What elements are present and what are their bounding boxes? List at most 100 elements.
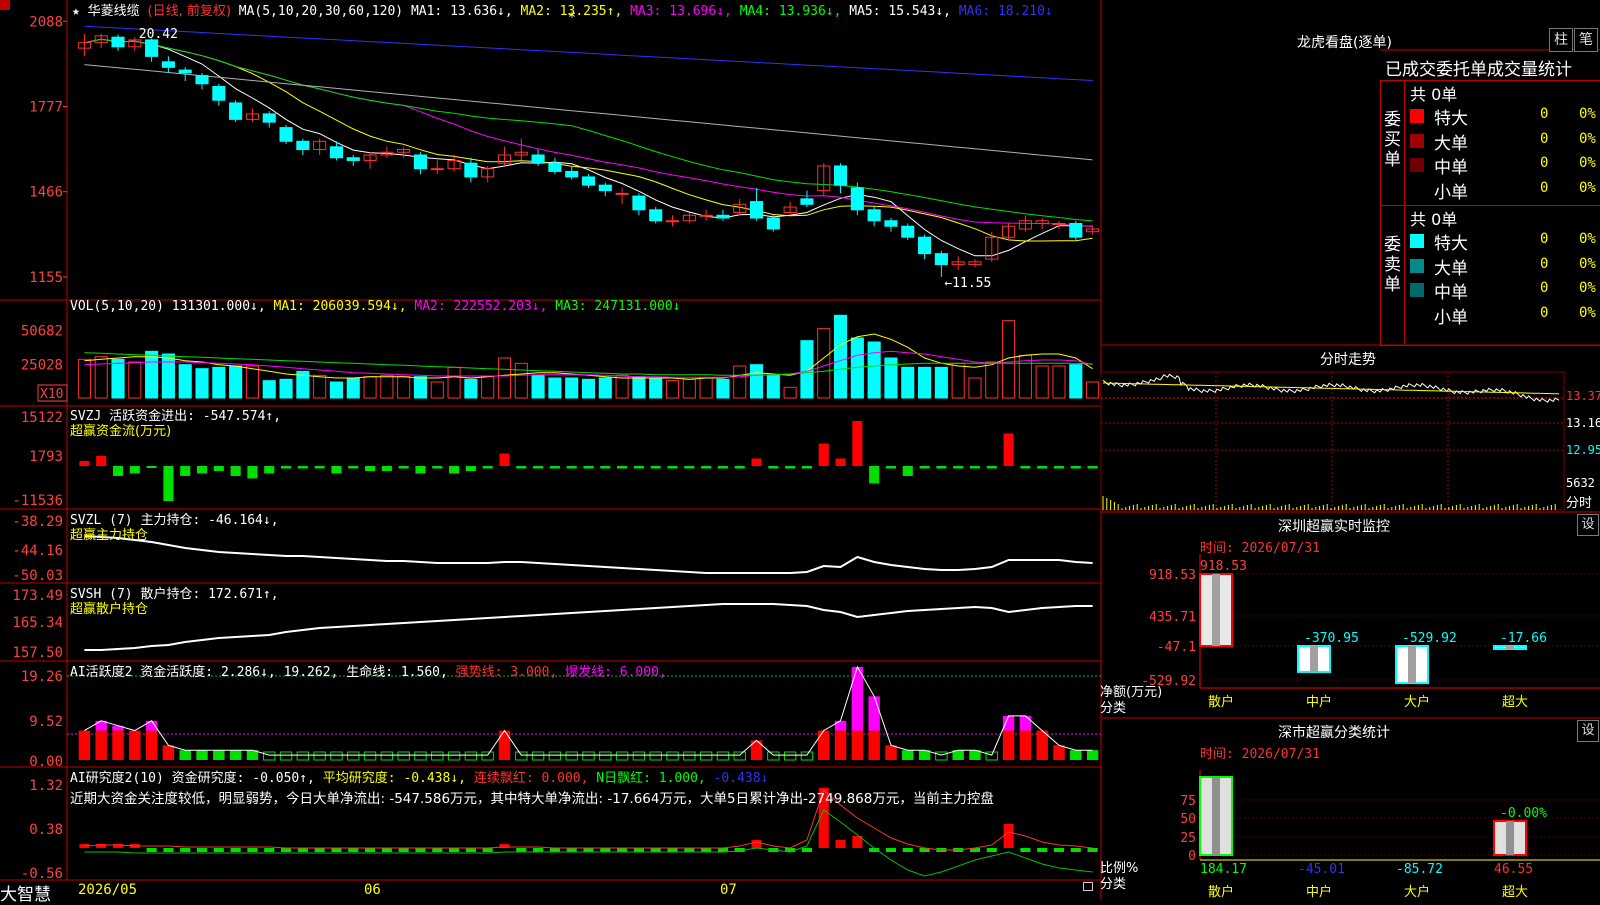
active-bar — [196, 750, 208, 760]
candle-body — [699, 214, 713, 217]
active-bar — [515, 751, 528, 761]
ma5-value: MA5: 15.543↓, — [849, 4, 952, 19]
sell-row[interactable]: 小单 0 0% — [1408, 303, 1598, 328]
flow-bar — [365, 466, 376, 471]
volume-bar — [699, 377, 713, 399]
ma4-value: MA4: 13.936↓, — [739, 4, 842, 19]
price-panel[interactable]: 208817771466115520.42←11.55* — [29, 10, 1100, 291]
svzj-ytick: -11536 — [12, 493, 63, 509]
volume-bar — [363, 376, 377, 399]
intraday-chart[interactable] — [1100, 371, 1565, 511]
vol-ma2: MA2: 222552.203↓, — [414, 299, 548, 314]
buy-row[interactable]: 特大 0 0% — [1408, 104, 1598, 129]
active-bar — [431, 751, 444, 761]
svzl-ytick: -38.29 — [12, 514, 63, 530]
research-bar — [516, 848, 527, 852]
monitor-bar-label: 散户 — [1208, 694, 1234, 710]
flow-bar — [297, 466, 308, 469]
research-bar — [751, 840, 762, 848]
flow-bar — [465, 466, 476, 471]
monitor-settings-button[interactable]: 设 — [1577, 514, 1599, 536]
sell-row[interactable]: 特大 0 0% — [1408, 229, 1598, 254]
sell-count: 0 — [1540, 255, 1549, 272]
flow-bar — [230, 466, 241, 476]
candle-body — [884, 220, 898, 227]
svzj-panel[interactable]: 15122 1793 -11536 — [12, 410, 1098, 509]
ma-label: MA(5,10,20,30,60,120) — [238, 4, 404, 19]
stock-title[interactable]: 华菱线缆 — [88, 4, 140, 19]
active-bar — [885, 745, 897, 760]
volume-panel[interactable]: 50682 25028 X10 — [21, 314, 1100, 402]
pen-mode-button[interactable]: 笔 — [1574, 28, 1598, 52]
buy-side-label: 委买单 — [1384, 110, 1401, 170]
buy-row[interactable]: 小单 0 0% — [1408, 178, 1598, 203]
monitor-bar-label: 中户 — [1306, 694, 1332, 710]
monitor-chart[interactable]: 918.53 435.71 -47.1 -529.92 918.53 散户 -370.95 中… — [1141, 554, 1600, 710]
sell-row[interactable]: 中单 0 0% — [1408, 278, 1598, 303]
research-bar — [331, 848, 342, 852]
flow-bar — [499, 453, 510, 466]
window-corner-mark — [0, 0, 10, 10]
chart-canvas[interactable]: 208817771466115520.42←11.55* 5068225028X… — [0, 0, 1600, 900]
buy-label: 中单 — [1434, 158, 1468, 178]
volume-bar — [1052, 365, 1066, 399]
monitor-bar — [1395, 645, 1429, 685]
buy-color-swatch — [1410, 133, 1424, 148]
volume-bar — [934, 366, 948, 399]
buy-row[interactable]: 中单 0 0% — [1408, 153, 1598, 178]
active-bar — [78, 730, 91, 760]
stats-ytick: 25 — [1180, 831, 1196, 846]
stats-settings-button[interactable]: 设 — [1577, 720, 1599, 742]
active-bar — [868, 730, 880, 760]
volume-bar — [464, 378, 478, 399]
flow-bar — [348, 466, 359, 469]
stats-title: 深市超赢分类统计 — [1278, 725, 1390, 741]
buy-total: 共 0单 — [1410, 85, 1458, 104]
ai-active-panel[interactable]: 19.26 9.52 0.00 — [21, 665, 1101, 770]
active-bar — [481, 751, 494, 761]
flow-bar — [1087, 466, 1098, 469]
active-bar — [347, 751, 360, 761]
buy-color-swatch — [1410, 158, 1424, 172]
flow-bar — [969, 466, 981, 469]
volume-bar — [884, 357, 898, 399]
flow-bar — [936, 466, 947, 469]
flow-bar — [566, 466, 577, 469]
monitor-bar-shade — [1408, 646, 1416, 684]
volume-bar — [615, 374, 629, 399]
sell-percent: 0% — [1579, 304, 1596, 321]
sell-label: 中单 — [1434, 283, 1468, 303]
date-label-1: 2026/05 — [78, 882, 138, 898]
flow-bar — [684, 466, 695, 469]
stats-note: -0.00% — [1500, 806, 1547, 821]
stats-ytick: 50 — [1180, 812, 1196, 827]
flow-bar — [516, 466, 527, 469]
buy-label: 大单 — [1434, 133, 1468, 154]
active-bar — [851, 730, 864, 760]
ai-research-l1: AI研究度2(10) 资金研究度: -0.050↑, — [70, 771, 315, 786]
candle-body — [279, 127, 293, 142]
flow-bar — [650, 466, 661, 469]
svsh-ytick: 173.49 — [12, 588, 63, 604]
volume-bar — [548, 377, 562, 399]
stats-bar-label: 中户 — [1306, 884, 1332, 900]
volume-bar — [716, 378, 730, 399]
price-legend: ★ 华菱线缆 (日线, 前复权) MA(5,10,20,30,60,120) M… — [72, 0, 1053, 19]
research-bar — [465, 848, 476, 852]
ai2-ytick: 0.38 — [29, 822, 63, 838]
lock-icon[interactable] — [1083, 882, 1093, 891]
price-ytick: 1777 — [29, 100, 63, 116]
research-bar — [432, 848, 443, 852]
volume-bar — [380, 374, 394, 399]
period-label[interactable]: (日线, 前复权) — [148, 4, 231, 19]
active-bar — [498, 730, 511, 760]
vol-ma3: MA3: 247131.000↓ — [555, 299, 681, 314]
sell-row[interactable]: 大单 0 0% — [1408, 254, 1598, 279]
flow-bar — [818, 443, 829, 466]
stats-chart[interactable]: 75 50 25 0 184.17 散户 -45.01 中户 -85.72 大户 46.55 超大 — [1180, 770, 1600, 900]
bar-mode-button[interactable]: 柱 — [1549, 28, 1573, 52]
buy-row[interactable]: 大单 0 0% — [1408, 129, 1598, 154]
ai-active-l3: 生命线: 1.560, — [346, 665, 448, 680]
candle-body — [262, 113, 276, 123]
candle-body — [548, 162, 562, 172]
